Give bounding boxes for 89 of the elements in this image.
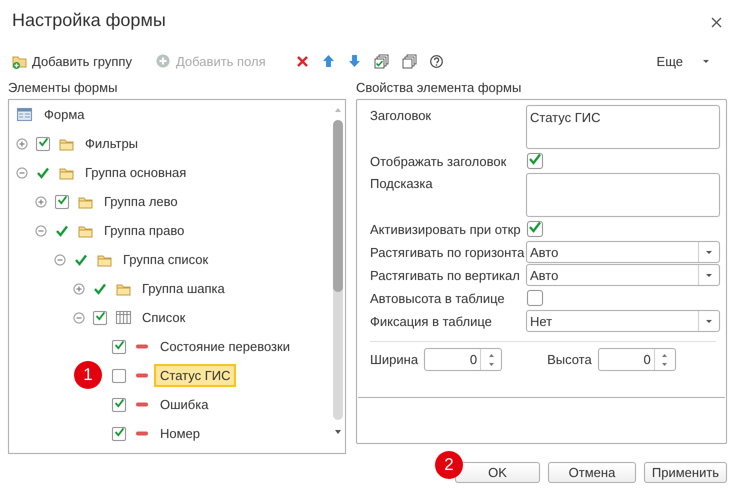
number-badge: 1 [74, 361, 102, 389]
checkbox[interactable] [527, 221, 543, 237]
folder-icon [59, 136, 74, 150]
uncheck-all-icon[interactable] [402, 54, 417, 68]
dialog-button[interactable]: Применить [644, 462, 727, 483]
tree-item[interactable]: Группа основная [79, 161, 192, 184]
field-label: Ширина [370, 352, 418, 367]
checkbox[interactable] [93, 310, 107, 324]
tree-item[interactable]: Фильтры [79, 132, 144, 155]
folder-icon [59, 166, 74, 180]
checkbox[interactable] [55, 194, 69, 208]
folder-icon [116, 282, 131, 296]
dropdown-caret-icon[interactable] [706, 320, 712, 322]
dropdown-caret-icon[interactable] [706, 274, 712, 276]
more-button[interactable]: Еще [656, 54, 683, 68]
tree-item[interactable]: Группа список [117, 248, 214, 271]
add-group-icon [12, 54, 27, 68]
minus-icon [135, 344, 149, 349]
tree-item[interactable]: Список [136, 306, 192, 329]
dropdown[interactable]: Авто [526, 241, 720, 263]
text-area[interactable] [526, 173, 720, 217]
checkbox[interactable] [527, 153, 543, 169]
tree-item[interactable]: Состояние перевозки [154, 335, 296, 358]
form-icon [17, 108, 32, 121]
checkbox[interactable] [527, 290, 543, 306]
tree-item[interactable]: Форма [38, 103, 91, 126]
window-title: Настройка формы [12, 10, 166, 30]
minus-icon [135, 373, 149, 378]
minus-icon [135, 402, 149, 407]
down-icon[interactable] [662, 362, 668, 366]
field-label: Заголовок [370, 107, 432, 125]
field-label: Растягивать по вертикал [370, 266, 521, 285]
checkbox[interactable] [112, 426, 126, 440]
down-icon[interactable] [488, 362, 494, 366]
expand-icon[interactable] [35, 194, 49, 208]
down-arrow-icon[interactable] [348, 54, 361, 68]
tree-item[interactable]: Ошибка [154, 393, 214, 416]
tree-item[interactable]: Группа лево [98, 190, 184, 213]
check-icon[interactable] [74, 252, 88, 266]
minus-icon [135, 431, 149, 436]
up-arrow-icon[interactable] [322, 54, 335, 68]
dialog-button[interactable]: Отмена [548, 462, 636, 483]
close-icon[interactable] [711, 14, 722, 26]
check-icon[interactable] [93, 282, 107, 296]
checkbox[interactable] [112, 398, 126, 412]
field-label: Отображать заголовок [370, 152, 508, 171]
dialog-button[interactable]: OK [455, 462, 540, 483]
tree-item[interactable]: Группа шапка [136, 277, 231, 300]
checkbox[interactable] [36, 136, 50, 150]
table-icon [116, 311, 131, 324]
collapse-icon[interactable] [54, 252, 68, 266]
toolbar-button[interactable]: Добавить группу [12, 54, 132, 68]
folder-icon [97, 252, 112, 266]
field-label: Фиксация в таблице [370, 312, 493, 331]
tree-item[interactable]: Номер [154, 422, 206, 445]
panel-title: Элементы формы [8, 79, 118, 97]
tree-item[interactable]: Группа право [98, 219, 190, 242]
check-all-icon[interactable] [374, 54, 389, 68]
number-field[interactable]: 0 [598, 348, 676, 371]
checkbox[interactable] [112, 368, 126, 382]
field-label: Растягивать по горизонта [370, 244, 526, 262]
field-label: Высота [547, 352, 592, 367]
collapse-icon[interactable] [16, 166, 30, 180]
collapse-icon[interactable] [73, 310, 87, 324]
dropdown[interactable]: Авто [526, 264, 720, 286]
field-label: Автовысота в таблице [370, 290, 506, 308]
checkbox[interactable] [112, 340, 126, 354]
number-badge: 2 [435, 451, 463, 479]
help-icon[interactable] [430, 54, 443, 68]
dropdown-caret-icon[interactable] [706, 250, 712, 254]
number-field[interactable]: 0 [424, 348, 502, 371]
check-icon[interactable] [55, 224, 69, 238]
delete-icon[interactable] [296, 54, 309, 68]
up-icon[interactable] [662, 354, 668, 356]
tree-item[interactable]: Статус ГИС [154, 364, 236, 387]
check-icon[interactable] [36, 166, 50, 180]
up-icon[interactable] [488, 354, 494, 356]
folder-icon [78, 224, 93, 238]
dropdown-caret-icon[interactable] [703, 60, 709, 62]
add-icon [156, 54, 171, 68]
panel-title: Свойства элемента формы [356, 79, 522, 97]
expand-icon[interactable] [16, 136, 30, 150]
dropdown[interactable]: Нет [526, 310, 720, 332]
expand-icon[interactable] [73, 282, 87, 296]
text-area[interactable]: Статус ГИС [526, 105, 720, 149]
folder-icon [78, 194, 93, 208]
field-label: Активизировать при откр [370, 220, 522, 239]
collapse-icon[interactable] [35, 224, 49, 238]
field-label: Подсказка [370, 175, 434, 193]
